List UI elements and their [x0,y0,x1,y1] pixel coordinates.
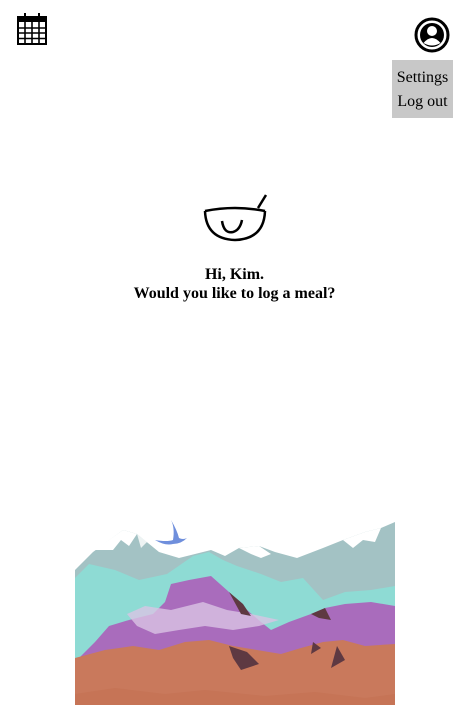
account-menu: Settings Log out [392,60,453,118]
mountain-landscape-illustration [75,518,395,705]
greeting-name: Hi, Kim. [204,266,265,283]
log-meal-button[interactable] [200,192,270,244]
settings-menu-item[interactable]: Settings [392,66,453,90]
greeting: Hi, Kim. Would you like to log a meal? [0,265,465,303]
user-avatar-icon [414,17,450,53]
logout-menu-item[interactable]: Log out [392,90,453,114]
calendar-button[interactable] [16,12,48,46]
profile-button[interactable] [413,16,451,54]
greeting-question: Would you like to log a meal? [133,285,336,302]
calendar-icon [17,13,47,45]
bowl-with-spoon-icon [203,194,268,242]
bird-icon [155,520,187,545]
